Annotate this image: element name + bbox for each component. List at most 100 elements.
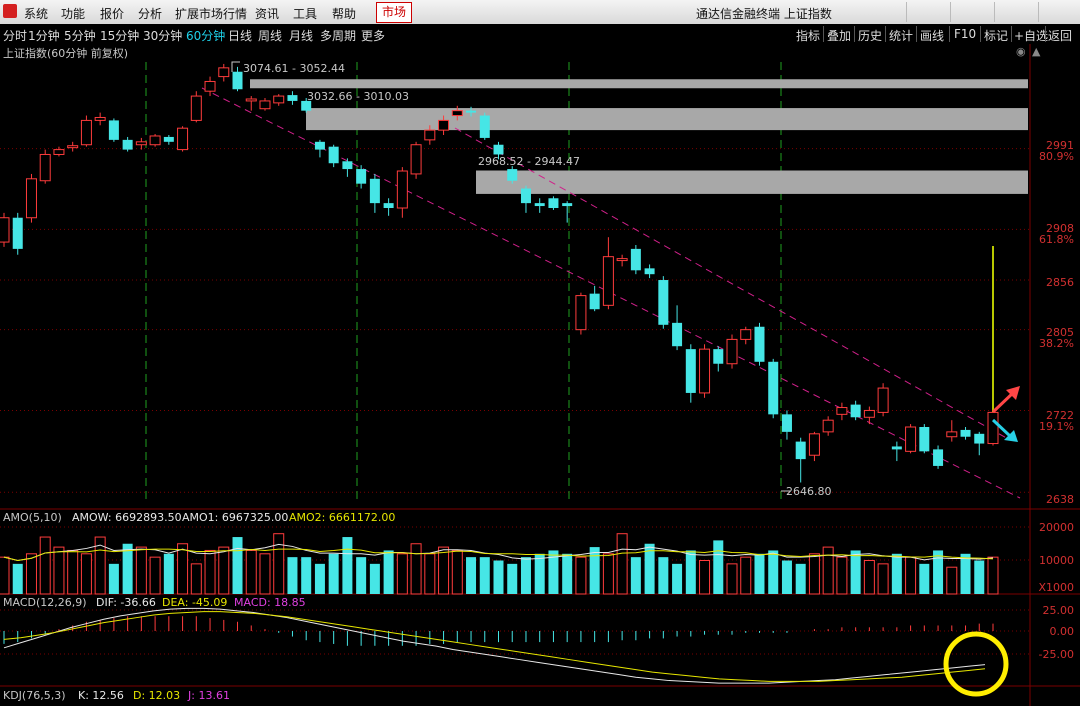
candle-body-down	[974, 433, 985, 444]
candle-body-up	[699, 348, 711, 394]
candle-body-down	[919, 427, 930, 452]
amo-bar-down	[713, 540, 724, 594]
amo-bar-up	[135, 546, 147, 595]
amo-bar-up	[396, 553, 408, 595]
amo-bar-down	[520, 557, 531, 594]
percent-axis-label: 19.1%	[1039, 420, 1074, 433]
amo-bar-up	[438, 546, 450, 595]
gap-box-3	[476, 170, 1028, 194]
amo-bar-up	[877, 563, 889, 595]
amo-bar-up	[946, 566, 958, 595]
candle-body-down	[342, 161, 353, 170]
candle-body-up	[67, 145, 79, 149]
gap-label-1: 3074.61 - 3052.44	[243, 62, 345, 75]
macd-indicator-name[interactable]: MACD(12,26,9)	[3, 596, 87, 609]
candle-body-up	[259, 100, 271, 110]
chart-collapse-icon[interactable]: ▲	[1032, 45, 1040, 58]
amo-bar-up	[808, 553, 820, 595]
kdj-indicator-name[interactable]: KDJ(76,5,3)	[3, 689, 66, 702]
amo-bar-up	[822, 546, 834, 595]
candle-body-up	[245, 98, 257, 102]
amo-bar-down	[479, 557, 490, 594]
candle-body-down	[933, 449, 944, 466]
amo-bar-down	[163, 553, 174, 594]
amo-bar-down	[589, 547, 600, 594]
amo-bar-down	[795, 563, 806, 594]
candle-body-down	[644, 268, 655, 275]
amo-bar-up	[575, 556, 587, 595]
candle-body-up	[451, 110, 463, 117]
amo-bar-up	[245, 549, 257, 595]
gap-box-2	[306, 108, 1028, 131]
amo-bar-down	[658, 557, 669, 594]
amo-bar-up	[80, 553, 92, 595]
candle-body-down	[562, 203, 573, 207]
amo-bar-up	[53, 546, 65, 595]
gap-label-3: 2968.52 - 2944.47	[478, 155, 580, 168]
candle-body-down	[781, 414, 792, 432]
candle-body-down	[713, 349, 724, 364]
amo-bar-down	[562, 553, 573, 594]
candle-body-up	[80, 119, 92, 146]
chart-annotations	[231, 61, 1020, 697]
candle-body-down	[163, 136, 174, 142]
macd-dea-value: DEA: -45.09	[162, 596, 228, 609]
candle-body-up	[135, 141, 147, 146]
candle-body-up	[218, 67, 230, 78]
high-marker	[231, 61, 240, 72]
macd-series	[3, 607, 994, 684]
candle-body-down	[383, 203, 394, 208]
chart-title: 上证指数(60分钟 前复权)	[3, 47, 129, 60]
candle-body-down	[479, 115, 490, 138]
amo-bar-up	[410, 543, 422, 595]
macd-dif-value: DIF: -36.66	[96, 596, 156, 609]
candle-body-up	[424, 129, 436, 141]
macd-dif-line	[3, 607, 986, 684]
candle-body-down	[232, 71, 243, 90]
amo-bars	[0, 533, 999, 595]
amo-bar-up	[39, 536, 51, 595]
amo-bar-down	[768, 550, 779, 594]
amo-bar-up	[273, 533, 285, 595]
kdj-d-value: D: 12.03	[133, 689, 181, 702]
candle-body-down	[12, 217, 23, 249]
amo-bar-down	[301, 557, 312, 594]
amo-bar-up	[699, 560, 711, 595]
chart-settings-icon[interactable]: ◉	[1016, 45, 1026, 58]
amo-bar-down	[493, 560, 504, 594]
candle-body-down	[754, 326, 765, 362]
candle-body-up	[877, 387, 889, 413]
amo-axis-unit: X1000	[1038, 581, 1074, 594]
candle-body-up	[438, 119, 450, 131]
amo-axis-label: 10000	[1039, 554, 1074, 567]
amo-bar-down	[12, 563, 23, 594]
candle-body-up	[808, 433, 820, 456]
amo-bar-up	[740, 556, 752, 595]
amo-indicator-name[interactable]: AMO(5,10)	[3, 511, 62, 524]
amo-bar-down	[287, 557, 298, 594]
amo-bar-down	[754, 553, 765, 594]
candle-body-up	[53, 149, 65, 155]
amo-bar-up	[616, 533, 628, 595]
amo-bar-down	[232, 537, 243, 594]
candle-body-down	[287, 95, 298, 101]
macd-axis-label: 25.00	[1042, 604, 1075, 617]
amo-bar-down	[630, 557, 641, 594]
amo-bar-down	[328, 553, 339, 594]
candle-body-down	[108, 120, 119, 140]
candle-body-down	[493, 144, 504, 155]
kdj-k-value: K: 12.56	[78, 689, 124, 702]
candle-body-down	[548, 198, 559, 208]
amo-bar-up	[863, 560, 875, 595]
amo-bar-down	[685, 550, 696, 594]
candle-body-up	[94, 116, 106, 121]
amo-bar-up	[905, 556, 917, 595]
highlight-circle	[943, 631, 1009, 697]
amo-bar-down	[507, 563, 518, 594]
candle-body-down	[850, 404, 861, 418]
candle-body-down	[891, 446, 902, 450]
candle-body-down	[520, 188, 531, 204]
candle-body-down	[534, 203, 545, 207]
candle-body-up	[726, 338, 738, 365]
amo-axis-label: 20000	[1039, 521, 1074, 534]
